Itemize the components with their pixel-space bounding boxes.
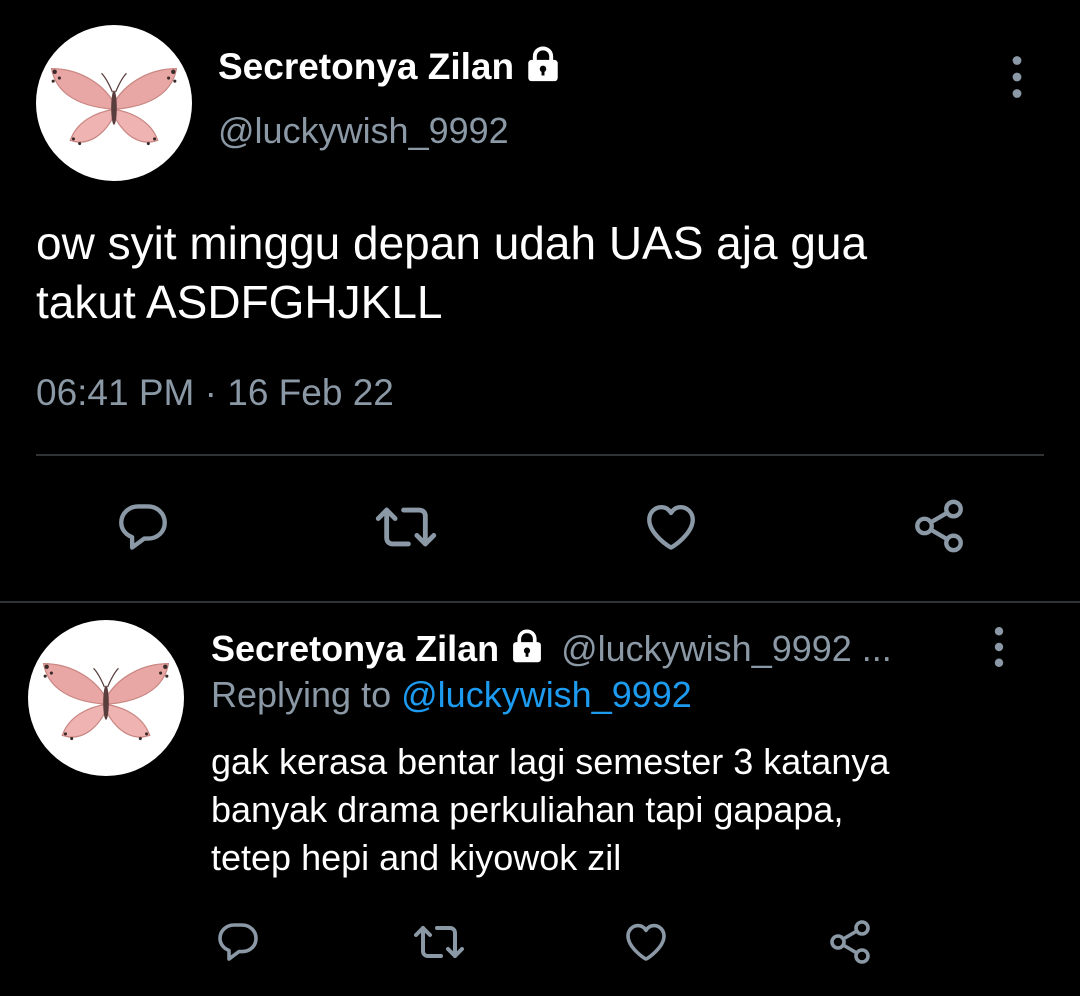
author-handle[interactable]: @luckywish_9992: [218, 110, 509, 152]
tweet-text-line: takut ASDFGHJKLL: [36, 276, 443, 328]
share-button[interactable]: [910, 497, 968, 555]
share-button[interactable]: [826, 918, 874, 966]
reply-text-line: gak kerasa bentar lagi semester 3 katany…: [211, 741, 890, 782]
retweet-icon: [371, 498, 441, 556]
reply-author-display-name[interactable]: Secretonya Zilan: [211, 628, 499, 670]
reply-author-handle[interactable]: @luckywish_9992 ...: [561, 628, 892, 670]
reply-icon: [114, 498, 172, 556]
reply-header: Secretonya Zilan @luckywish_9992 ...: [211, 626, 892, 672]
author-display-name[interactable]: Secretonya Zilan: [218, 46, 514, 88]
divider: [36, 454, 1044, 456]
share-icon: [910, 497, 968, 555]
reply-button[interactable]: [114, 498, 172, 556]
like-icon: [642, 498, 700, 556]
lock-icon: [522, 46, 564, 82]
like-button[interactable]: [622, 918, 670, 966]
tweet-timestamp[interactable]: 06:41 PM · 16 Feb 22: [36, 372, 394, 414]
replying-to-mention-link[interactable]: @luckywish_9992: [401, 674, 692, 715]
reply-icon: [214, 918, 262, 966]
reply-author-avatar[interactable]: [28, 620, 184, 776]
butterfly-avatar-icon: [36, 25, 192, 181]
butterfly-avatar-icon: [28, 620, 184, 776]
lock-icon: [507, 629, 547, 663]
vertical-dots-icon[interactable]: [988, 626, 1010, 668]
like-button[interactable]: [642, 498, 700, 556]
retweet-icon: [410, 918, 468, 966]
reply-text-line: tetep hepi and kiyowok zil: [211, 837, 622, 878]
like-icon: [622, 918, 670, 966]
vertical-dots-icon[interactable]: [1004, 55, 1030, 99]
reply-button[interactable]: [214, 918, 262, 966]
share-icon: [826, 918, 874, 966]
replying-to-label: Replying to: [211, 674, 392, 715]
tweet-text: ow syit minggu depan udah UAS aja gua ta…: [36, 214, 1046, 332]
retweet-button[interactable]: [410, 918, 468, 966]
author-name-row: Secretonya Zilan: [218, 44, 564, 90]
author-avatar[interactable]: [36, 25, 192, 181]
tweet-text-line: ow syit minggu depan udah UAS aja gua: [36, 217, 868, 269]
replying-to: Replying to @luckywish_9992: [211, 674, 692, 716]
section-divider: [0, 601, 1080, 603]
reply-text: gak kerasa bentar lagi semester 3 katany…: [211, 738, 1051, 882]
reply-text-line: banyak drama perkuliahan tapi gapapa,: [211, 789, 844, 830]
retweet-button[interactable]: [371, 498, 441, 556]
